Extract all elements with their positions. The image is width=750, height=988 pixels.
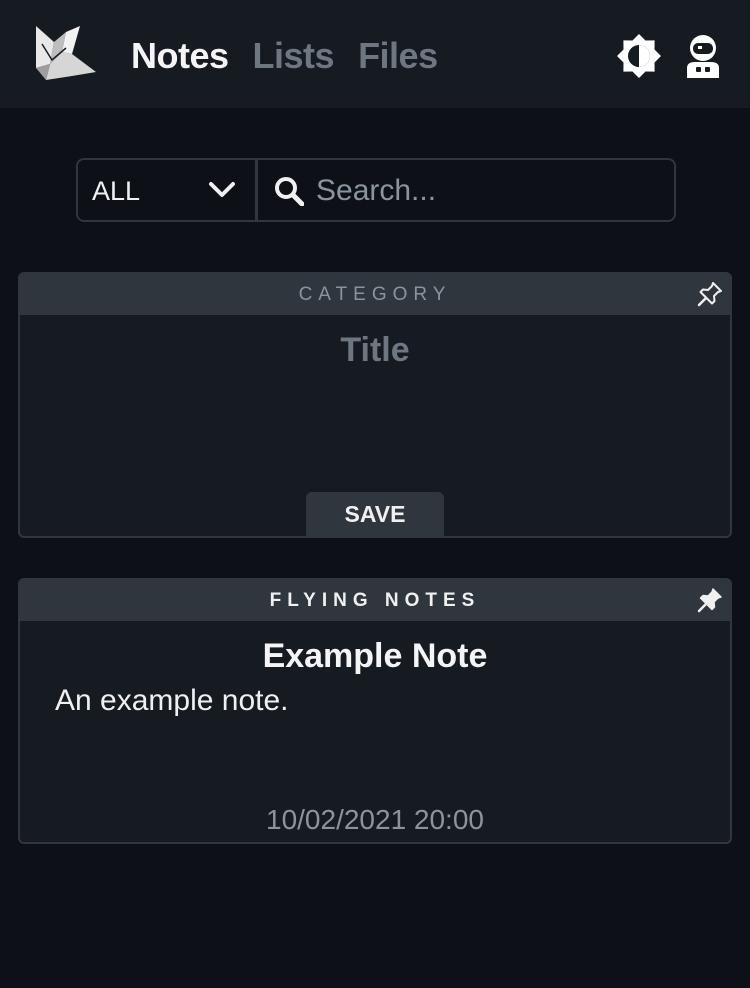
category-filter-value: ALL [92,176,141,206]
category-field[interactable]: CATEGORY [299,284,452,305]
nav-notes[interactable]: Notes [131,34,229,78]
card-header: FLYING NOTES [20,580,730,621]
category-filter-select[interactable]: ALL [78,160,258,220]
note-timestamp: 10/02/2021 20:00 [266,804,484,835]
filter-search-bar: ALL [76,158,676,222]
nav-files[interactable]: Files [358,34,438,78]
chevron-down-icon [209,182,235,197]
note-category: FLYING NOTES [269,590,481,611]
main-nav: Notes Lists Files [131,34,438,78]
note-body: An example note. [55,684,289,717]
new-note-card: CATEGORY Title SAVE [18,272,732,538]
theme-toggle-icon[interactable] [617,34,661,78]
top-bar: Notes Lists Files [0,0,750,108]
save-button[interactable]: SAVE [306,492,444,536]
pin-outline-icon[interactable] [696,280,724,308]
logo-icon[interactable] [32,24,98,80]
search-input[interactable] [316,170,656,212]
note-card[interactable]: FLYING NOTES Example Note An example not… [18,578,732,844]
title-field[interactable]: Title [20,331,730,370]
note-title: Example Note [262,637,488,675]
pin-filled-icon[interactable] [696,586,724,614]
search-area [258,160,674,220]
search-icon [275,177,304,206]
user-avatar-icon[interactable] [681,34,725,78]
nav-lists[interactable]: Lists [253,34,335,78]
card-header: CATEGORY [20,274,730,315]
